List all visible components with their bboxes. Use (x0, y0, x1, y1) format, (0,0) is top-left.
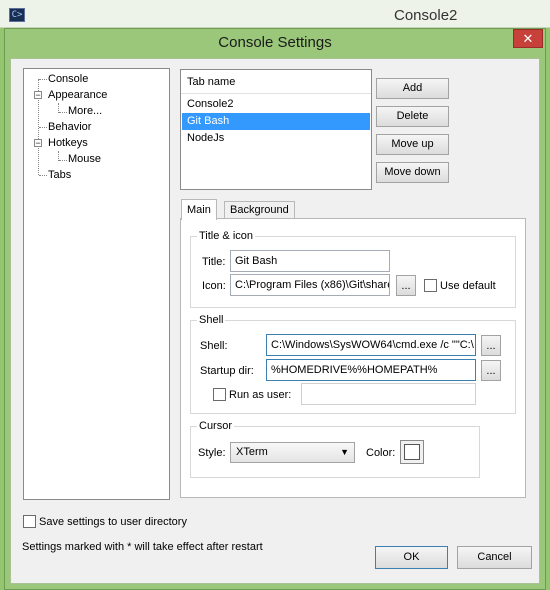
move-up-button[interactable]: Move up (376, 134, 449, 155)
tree-item-more[interactable]: More... (68, 103, 102, 119)
cursor-style-select[interactable]: XTerm ▼ (230, 442, 355, 463)
tree-connector (59, 160, 67, 161)
run-as-user-label: Run as user: (229, 389, 292, 401)
tree-item-appearance[interactable]: Appearance (48, 87, 107, 103)
collapse-icon[interactable]: − (34, 91, 42, 100)
restart-note: Settings marked with * will take effect … (22, 541, 263, 553)
tree-connector (39, 175, 47, 176)
title-input[interactable]: Git Bash (230, 250, 390, 272)
cursor-group-label: Cursor (197, 420, 235, 432)
tab-list-row[interactable]: NodeJs (182, 130, 370, 147)
tree-connector (39, 79, 47, 80)
cursor-color-button[interactable] (400, 440, 424, 464)
move-down-button[interactable]: Move down (376, 162, 449, 183)
settings-tree[interactable]: Console − Appearance More... Behavior − … (23, 68, 170, 500)
use-default-checkbox[interactable] (424, 279, 437, 292)
cursor-style-label: Style: (198, 447, 226, 459)
startup-dir-browse-button[interactable]: ... (481, 360, 501, 381)
cancel-button[interactable]: Cancel (457, 546, 532, 569)
icon-path-input[interactable]: C:\Program Files (x86)\Git\share (230, 274, 390, 296)
cursor-color-swatch (404, 444, 420, 460)
title-label: Title: (202, 256, 226, 268)
shell-browse-button[interactable]: ... (481, 335, 501, 356)
tab-main[interactable]: Main (181, 199, 217, 220)
startup-dir-input[interactable]: %HOMEDRIVE%%HOMEPATH% (266, 359, 476, 381)
close-icon: ✕ (522, 31, 534, 46)
cursor-style-value: XTerm (236, 446, 268, 458)
chevron-down-icon: ▼ (340, 447, 349, 457)
tab-list-header[interactable]: Tab name (181, 70, 371, 94)
tab-list-row-selected[interactable]: Git Bash (182, 113, 370, 130)
parent-window-title: Console2 (394, 7, 458, 24)
tree-item-tabs[interactable]: Tabs (48, 167, 71, 183)
tree-connector (59, 112, 67, 113)
tree-item-mouse[interactable]: Mouse (68, 151, 101, 167)
run-as-user-input[interactable] (301, 383, 476, 405)
shell-group-label: Shell (197, 314, 226, 326)
cursor-color-label: Color: (366, 447, 396, 459)
save-settings-checkbox[interactable] (23, 515, 36, 528)
startup-dir-label: Startup dir: (200, 365, 254, 377)
shell-label: Shell: (200, 340, 228, 352)
ok-button[interactable]: OK (375, 546, 448, 569)
tree-item-hotkeys[interactable]: Hotkeys (48, 135, 88, 151)
run-as-user-checkbox[interactable] (213, 388, 226, 401)
save-settings-label: Save settings to user directory (39, 516, 187, 528)
tree-connector (39, 127, 47, 128)
icon-label: Icon: (202, 280, 226, 292)
title-icon-group-label: Title & icon (197, 230, 256, 242)
parent-titlebar (0, 0, 550, 28)
collapse-icon[interactable]: − (34, 139, 42, 148)
dialog-title: Console Settings (218, 34, 332, 51)
shell-command-input[interactable]: C:\Windows\SysWOW64\cmd.exe /c ""C:\ (266, 334, 476, 356)
use-default-label: Use default (440, 280, 496, 292)
tab-background[interactable]: Background (224, 201, 295, 219)
tree-item-behavior[interactable]: Behavior (48, 119, 91, 135)
icon-browse-button[interactable]: ... (396, 275, 416, 296)
delete-tab-button[interactable]: Delete (376, 106, 449, 127)
add-tab-button[interactable]: Add (376, 78, 449, 99)
close-button[interactable]: ✕ (513, 29, 543, 48)
title-icon-group (190, 236, 516, 308)
console-app-icon: C> (9, 8, 25, 22)
dialog-titlebar[interactable]: Console Settings (4, 28, 546, 58)
tree-item-console[interactable]: Console (48, 71, 88, 87)
tab-list[interactable]: Tab name Console2 Git Bash NodeJs (180, 69, 372, 190)
tab-list-row[interactable]: Console2 (182, 96, 370, 113)
